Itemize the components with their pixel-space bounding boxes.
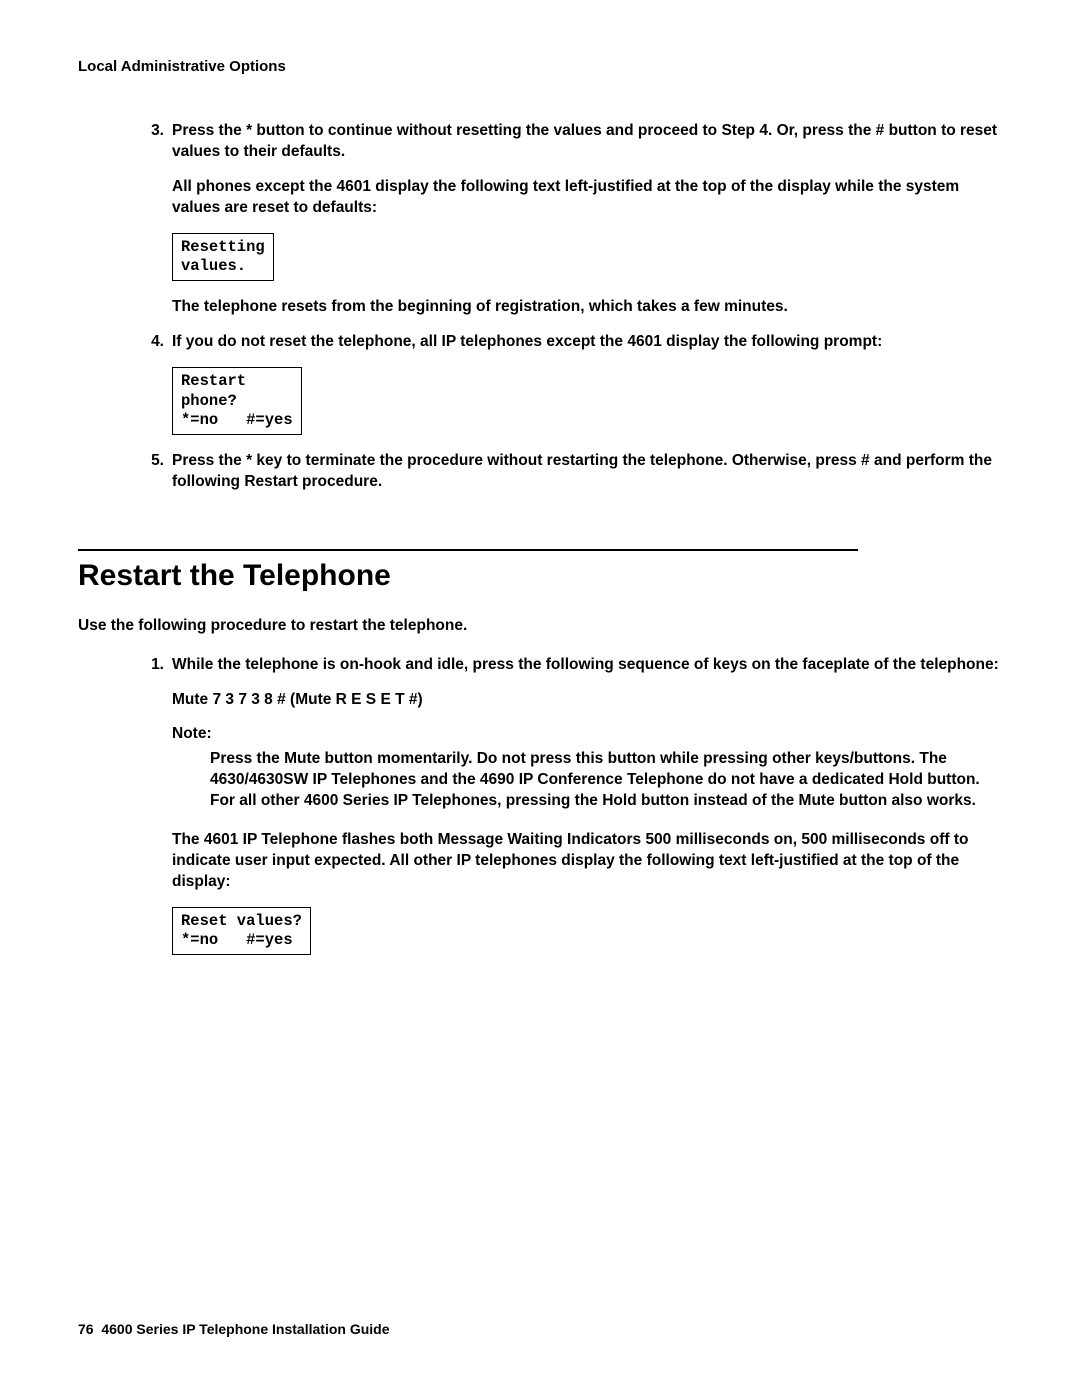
content-area: 3.Press the * button to continue without… <box>172 121 1002 971</box>
step-number: 4. <box>142 332 164 353</box>
display-box-restart-prompt: Restart phone? *=no #=yes <box>172 367 302 435</box>
step-text: If you do not reset the telephone, all I… <box>172 333 882 350</box>
step-3: 3.Press the * button to continue without… <box>172 121 1002 163</box>
step-3-tail: The telephone resets from the beginning … <box>172 297 1002 318</box>
page-number: 76 <box>78 1321 94 1337</box>
step-4: 4.If you do not reset the telephone, all… <box>172 332 1002 353</box>
section-rule <box>78 549 858 551</box>
step-number: 3. <box>142 121 164 142</box>
display-box-reset-values: Reset values? *=no #=yes <box>172 907 311 956</box>
note-label: Note: <box>172 725 1002 743</box>
mute-sequence: Mute 7 3 7 3 8 # (Mute R E S E T #) <box>172 690 1002 711</box>
step-text: Press the * button to continue without r… <box>172 122 997 160</box>
display-box-resetting: Resetting values. <box>172 233 274 282</box>
restart-step-1: 1.While the telephone is on-hook and idl… <box>172 655 1002 676</box>
note-body: Press the Mute button momentarily. Do no… <box>210 749 1002 812</box>
step-text: Press the * key to terminate the procedu… <box>172 452 992 490</box>
section-title: Restart the Telephone <box>78 559 1002 593</box>
step-number: 5. <box>142 451 164 472</box>
step-number: 1. <box>142 655 164 676</box>
step-text: While the telephone is on-hook and idle,… <box>172 656 999 673</box>
footer-title: 4600 Series IP Telephone Installation Gu… <box>101 1321 389 1337</box>
running-head: Local Administrative Options <box>78 58 1002 75</box>
restart-step-1-after: The 4601 IP Telephone flashes both Messa… <box>172 830 1002 893</box>
step-3-note: All phones except the 4601 display the f… <box>172 177 1002 219</box>
page-footer: 76 4600 Series IP Telephone Installation… <box>78 1321 390 1337</box>
page: Local Administrative Options 3.Press the… <box>0 0 1080 1397</box>
section-intro: Use the following procedure to restart t… <box>78 617 1002 635</box>
step-5: 5.Press the * key to terminate the proce… <box>172 451 1002 493</box>
